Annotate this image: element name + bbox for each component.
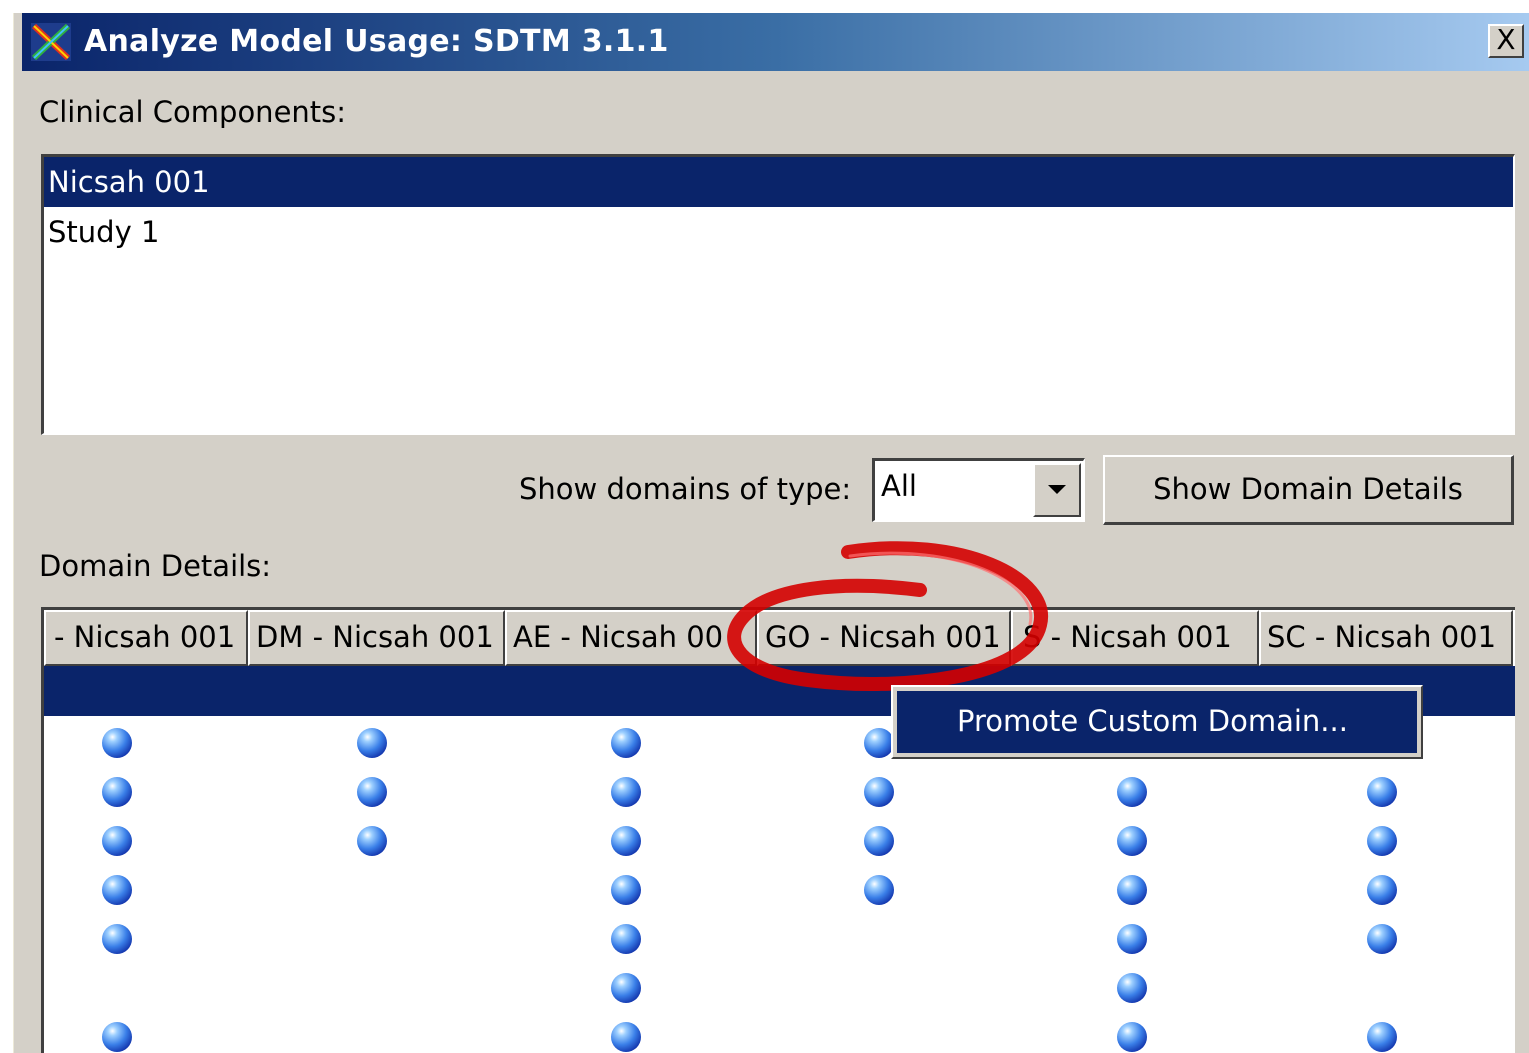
usage-dot-icon [102, 826, 132, 856]
usage-dot-icon [357, 728, 387, 758]
promote-custom-domain-menu-item[interactable]: Promote Custom Domain... [897, 691, 1417, 753]
domain-type-filter-label: Show domains of type: [519, 472, 852, 506]
usage-dot-icon [1117, 826, 1147, 856]
column-header[interactable]: GO - Nicsah 001 [757, 610, 1011, 666]
usage-dot-icon [102, 777, 132, 807]
usage-dot-icon [1117, 875, 1147, 905]
column-header[interactable]: S - Nicsah 001 [1011, 610, 1259, 666]
usage-dot-icon [611, 777, 641, 807]
domain-type-select[interactable]: All [872, 458, 1085, 522]
chevron-down-icon[interactable] [1033, 463, 1081, 517]
usage-dot-icon [102, 1022, 132, 1052]
usage-dot-icon [102, 924, 132, 954]
usage-dot-icon [611, 728, 641, 758]
column-header[interactable]: DM - Nicsah 001 [248, 610, 505, 666]
usage-dot-icon [1367, 826, 1397, 856]
domain-details-table: - Nicsah 001 DM - Nicsah 001 AE - Nicsah… [41, 607, 1515, 1053]
analyze-model-usage-dialog: Analyze Model Usage: SDTM 3.1.1 X Clinic… [13, 13, 1529, 1053]
title-bar[interactable]: Analyze Model Usage: SDTM 3.1.1 X [22, 13, 1529, 71]
usage-dot-icon [1117, 777, 1147, 807]
usage-dot-icon [357, 826, 387, 856]
usage-dot-icon [1367, 875, 1397, 905]
column-header[interactable]: SC - Nicsah 001 [1259, 610, 1513, 666]
usage-dot-icon [864, 875, 894, 905]
close-button[interactable]: X [1488, 24, 1524, 58]
column-header[interactable]: - Nicsah 001 [44, 610, 248, 666]
window-title: Analyze Model Usage: SDTM 3.1.1 [84, 24, 669, 59]
list-item[interactable]: Nicsah 001 [44, 157, 1513, 207]
usage-dot-icon [1367, 777, 1397, 807]
usage-dot-icon [1117, 1022, 1147, 1052]
usage-dot-icon [611, 924, 641, 954]
usage-dot-icon [611, 826, 641, 856]
clinical-components-label: Clinical Components: [39, 95, 347, 129]
app-icon [31, 23, 71, 61]
show-domain-details-button[interactable]: Show Domain Details [1103, 455, 1514, 525]
usage-dot-icon [864, 728, 894, 758]
usage-dot-icon [611, 973, 641, 1003]
context-menu: Promote Custom Domain... [891, 685, 1423, 759]
domain-details-label: Domain Details: [39, 549, 272, 583]
usage-dot-icon [864, 826, 894, 856]
clinical-components-list[interactable]: Nicsah 001 Study 1 [41, 154, 1515, 435]
usage-dot-icon [357, 777, 387, 807]
usage-dot-icon [102, 728, 132, 758]
usage-dot-icon [611, 1022, 641, 1052]
column-header[interactable]: AE - Nicsah 00 [505, 610, 757, 666]
usage-dot-icon [1367, 924, 1397, 954]
usage-dot-icon [864, 777, 894, 807]
usage-dot-icon [1117, 924, 1147, 954]
usage-dot-icon [1117, 973, 1147, 1003]
domain-type-value: All [881, 469, 917, 503]
list-item[interactable]: Study 1 [44, 207, 1513, 257]
usage-dot-icon [102, 875, 132, 905]
usage-dot-icon [1367, 1022, 1397, 1052]
usage-dot-icon [611, 875, 641, 905]
